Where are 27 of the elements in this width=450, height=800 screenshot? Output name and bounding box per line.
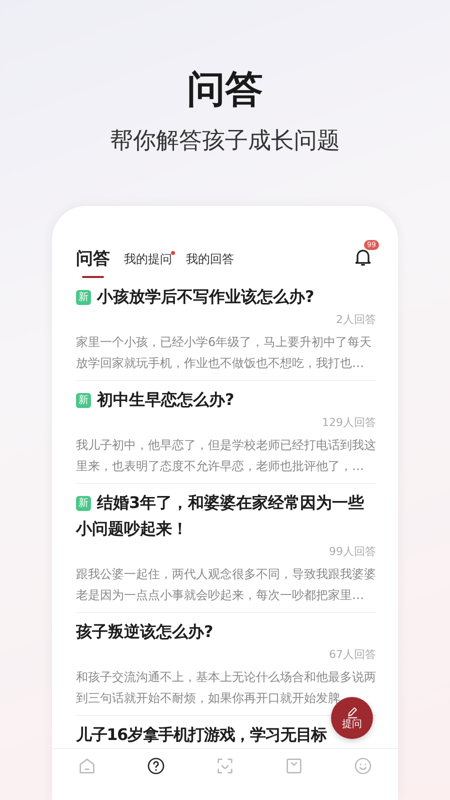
question-title[interactable]: 儿子16岁拿手机打游戏，学习无目标 — [76, 722, 326, 748]
answer-count: 99人回答 — [328, 544, 376, 560]
pen-icon — [346, 706, 358, 718]
new-tag: 新 — [76, 290, 91, 305]
tab[interactable]: 我的提问 — [124, 251, 172, 278]
tab[interactable]: 我的回答 — [186, 251, 234, 278]
question-icon[interactable] — [146, 756, 166, 776]
answer-count: 67人回答 — [328, 647, 376, 663]
answer-count: 129人回答 — [321, 415, 376, 431]
tab[interactable]: 问答 — [76, 247, 110, 278]
new-tag: 新 — [76, 393, 91, 408]
question-title[interactable]: 新 小孩放学后不写作业该怎么办? — [76, 284, 314, 310]
question-excerpt: 家里一个小孩，已经小学6年级了，马上要升初中了每天放学回家就玩手机，作业也不做饭也不想吃，我打也… — [76, 334, 373, 372]
smile-icon[interactable] — [353, 756, 374, 776]
ask-label: 提问 — [342, 718, 362, 730]
answer-count: 2人回答 — [335, 312, 376, 328]
bag-icon[interactable] — [284, 756, 304, 776]
question-excerpt: 我儿子初中，他早恋了，但是学校老师已经打电话到我这里来，也表明了态度不允许早恋，老师也批评他了，… — [76, 437, 376, 475]
question-title[interactable]: 孩子叛逆该怎么办? — [76, 619, 214, 645]
question-excerpt: 跟我公婆一起住，两代人观念很多不同，导致我跟我婆婆老是因为一点点小事就会吵起来，每次一吵都把家里… — [76, 566, 376, 604]
question-title[interactable]: 新 结婚3年了，和婆婆在家经常因为一些小问题吵起来！ — [76, 490, 376, 542]
page-title: 问答 — [187, 66, 263, 113]
scan-icon[interactable] — [214, 756, 235, 776]
question-title[interactable]: 新 初中生早恋怎么办? — [76, 387, 234, 413]
home-icon[interactable] — [76, 756, 97, 776]
new-tag: 新 — [76, 496, 91, 511]
page-subtitle: 帮你解答孩子成长问题 — [110, 127, 340, 156]
